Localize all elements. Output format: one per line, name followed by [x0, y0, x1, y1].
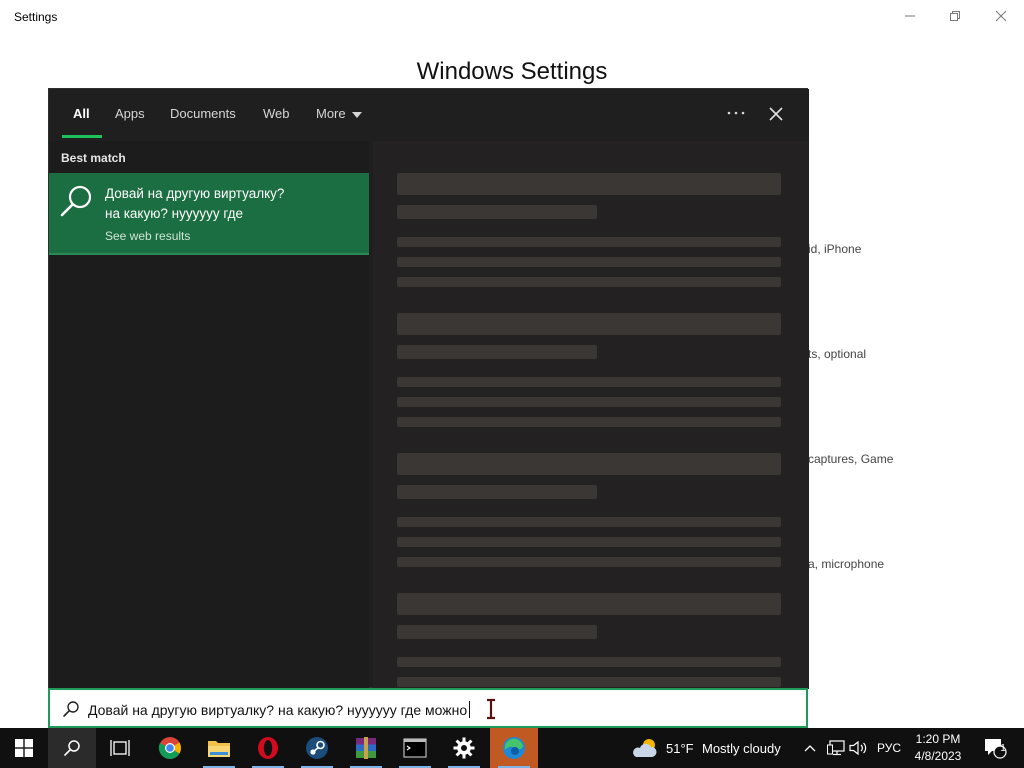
best-match-title-line: Довай на другую виртуалку?	[105, 186, 285, 201]
opera-icon	[258, 737, 278, 759]
close-window-button[interactable]	[978, 0, 1024, 32]
loading-placeholder	[397, 397, 781, 407]
search-icon	[60, 185, 92, 217]
chrome-icon	[158, 737, 181, 759]
volume-button[interactable]	[848, 728, 870, 768]
tab-all[interactable]: All	[73, 106, 90, 121]
minimize-icon	[905, 15, 915, 17]
winrar-icon	[356, 737, 376, 759]
loading-placeholder	[397, 205, 597, 219]
weather-temperature[interactable]: 51°F	[666, 741, 694, 756]
loading-placeholder	[397, 677, 781, 687]
window-title: Settings	[14, 10, 58, 24]
best-match-title-line: на какую? нуууууу где	[105, 206, 244, 221]
restore-button[interactable]	[932, 0, 978, 32]
loading-placeholder	[397, 485, 597, 499]
loading-placeholder	[397, 377, 781, 387]
opera-taskbar-button[interactable]	[244, 728, 292, 768]
task-view-icon	[110, 740, 130, 756]
search-input[interactable]: Довай на другую виртуалку? на какую? нуу…	[88, 701, 471, 718]
result-preview-loading	[373, 141, 809, 689]
settings-category-description: ts, optional	[808, 347, 867, 361]
clock-date: 4/8/2023	[914, 749, 962, 763]
loading-placeholder	[397, 657, 781, 667]
taskbar: 51°F Mostly cloudy РУС 1:20 PM 4/8/2023 …	[0, 728, 1024, 768]
loading-placeholder	[397, 257, 781, 267]
loading-placeholder	[397, 173, 781, 195]
terminal-icon	[403, 738, 427, 758]
loading-placeholder	[397, 345, 597, 359]
settings-category-description: id, iPhone	[808, 242, 862, 256]
loading-placeholder	[397, 277, 781, 287]
page-title: Windows Settings	[416, 58, 608, 85]
tab-apps[interactable]: Apps	[115, 106, 145, 121]
search-button[interactable]	[48, 728, 96, 768]
start-button[interactable]	[0, 728, 48, 768]
loading-placeholder	[397, 593, 781, 615]
steam-icon	[306, 737, 328, 759]
close-icon[interactable]	[763, 101, 789, 127]
settings-taskbar-button[interactable]	[440, 728, 488, 768]
edge-icon	[503, 737, 525, 759]
chevron-down-icon	[351, 111, 362, 118]
network-icon	[827, 740, 845, 756]
minimize-button[interactable]	[887, 0, 933, 32]
close-icon	[995, 10, 1007, 22]
steam-taskbar-button[interactable]	[293, 728, 341, 768]
best-match-title: Довай на другую виртуалку? на какую? нуу…	[105, 184, 355, 224]
restore-icon	[950, 11, 960, 21]
clock-time: 1:20 PM	[915, 732, 961, 746]
text-cursor-icon	[487, 698, 495, 720]
cloud-sun-icon	[633, 739, 657, 757]
winrar-taskbar-button[interactable]	[342, 728, 390, 768]
search-tabs: All Apps Documents Web More	[49, 89, 809, 141]
see-web-results-label: See web results	[105, 229, 191, 243]
loading-placeholder	[397, 453, 781, 475]
tab-documents[interactable]: Documents	[170, 106, 236, 121]
search-box[interactable]: Довай на другую виртуалку? на какую? нуу…	[48, 688, 808, 728]
weather-condition[interactable]: Mostly cloudy	[702, 741, 781, 756]
weather-widget-icon[interactable]	[632, 728, 660, 768]
search-query-text: Довай на другую виртуалку? на какую? нуу…	[88, 702, 468, 718]
task-view-button[interactable]	[96, 728, 144, 768]
best-match-heading: Best match	[61, 151, 126, 165]
loading-placeholder	[397, 625, 597, 639]
search-flyout: All Apps Documents Web More Best match Д…	[48, 88, 809, 689]
tab-more[interactable]: More	[316, 106, 362, 121]
input-language-indicator[interactable]: РУС	[877, 741, 901, 755]
file-explorer-taskbar-button[interactable]	[195, 728, 243, 768]
network-button[interactable]	[825, 728, 847, 768]
windows-logo-icon	[15, 739, 33, 757]
chrome-taskbar-button[interactable]	[146, 728, 194, 768]
more-options-icon[interactable]	[721, 99, 751, 129]
gear-icon	[453, 737, 475, 759]
action-center-button[interactable]: 1	[978, 728, 1012, 768]
speaker-icon	[849, 740, 867, 756]
loading-placeholder	[397, 313, 781, 335]
edge-taskbar-button[interactable]	[490, 728, 538, 768]
notification-count: 1	[1000, 743, 1006, 754]
settings-title-bar: Settings	[0, 0, 1024, 32]
loading-placeholder	[397, 417, 781, 427]
loading-placeholder	[397, 537, 781, 547]
tab-more-label: More	[316, 106, 346, 121]
chevron-up-icon	[804, 745, 816, 752]
terminal-taskbar-button[interactable]	[391, 728, 439, 768]
settings-category-description: a, microphone	[808, 557, 885, 571]
search-icon	[64, 740, 80, 756]
active-tab-indicator	[62, 135, 102, 138]
tab-web[interactable]: Web	[263, 106, 290, 121]
best-match-result[interactable]: Довай на другую виртуалку? на какую? нуу…	[49, 173, 369, 255]
results-list: Best match Довай на другую виртуалку? на…	[49, 141, 369, 689]
loading-placeholder	[397, 237, 781, 247]
text-caret	[469, 701, 471, 718]
loading-placeholder	[397, 517, 781, 527]
search-icon	[63, 701, 79, 717]
loading-placeholder	[397, 557, 781, 567]
settings-category-description: captures, Game	[808, 452, 894, 466]
folder-icon	[208, 741, 230, 757]
show-hidden-icons-button[interactable]	[802, 728, 818, 768]
